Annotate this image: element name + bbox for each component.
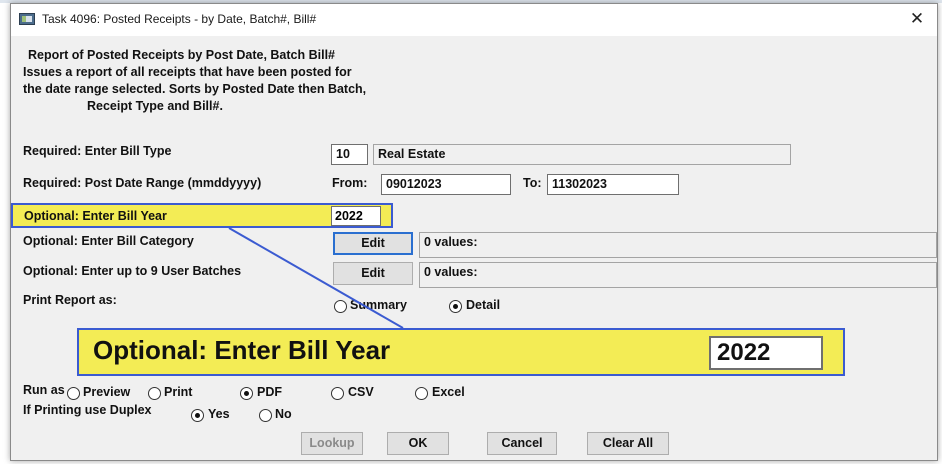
dialog-window: Task 4096: Posted Receipts - by Date, Ba… bbox=[10, 3, 938, 461]
callout-connector bbox=[228, 227, 404, 329]
zoom-callout-label: Optional: Enter Bill Year bbox=[93, 335, 391, 365]
zoom-callout-value: 2022 bbox=[709, 336, 823, 370]
